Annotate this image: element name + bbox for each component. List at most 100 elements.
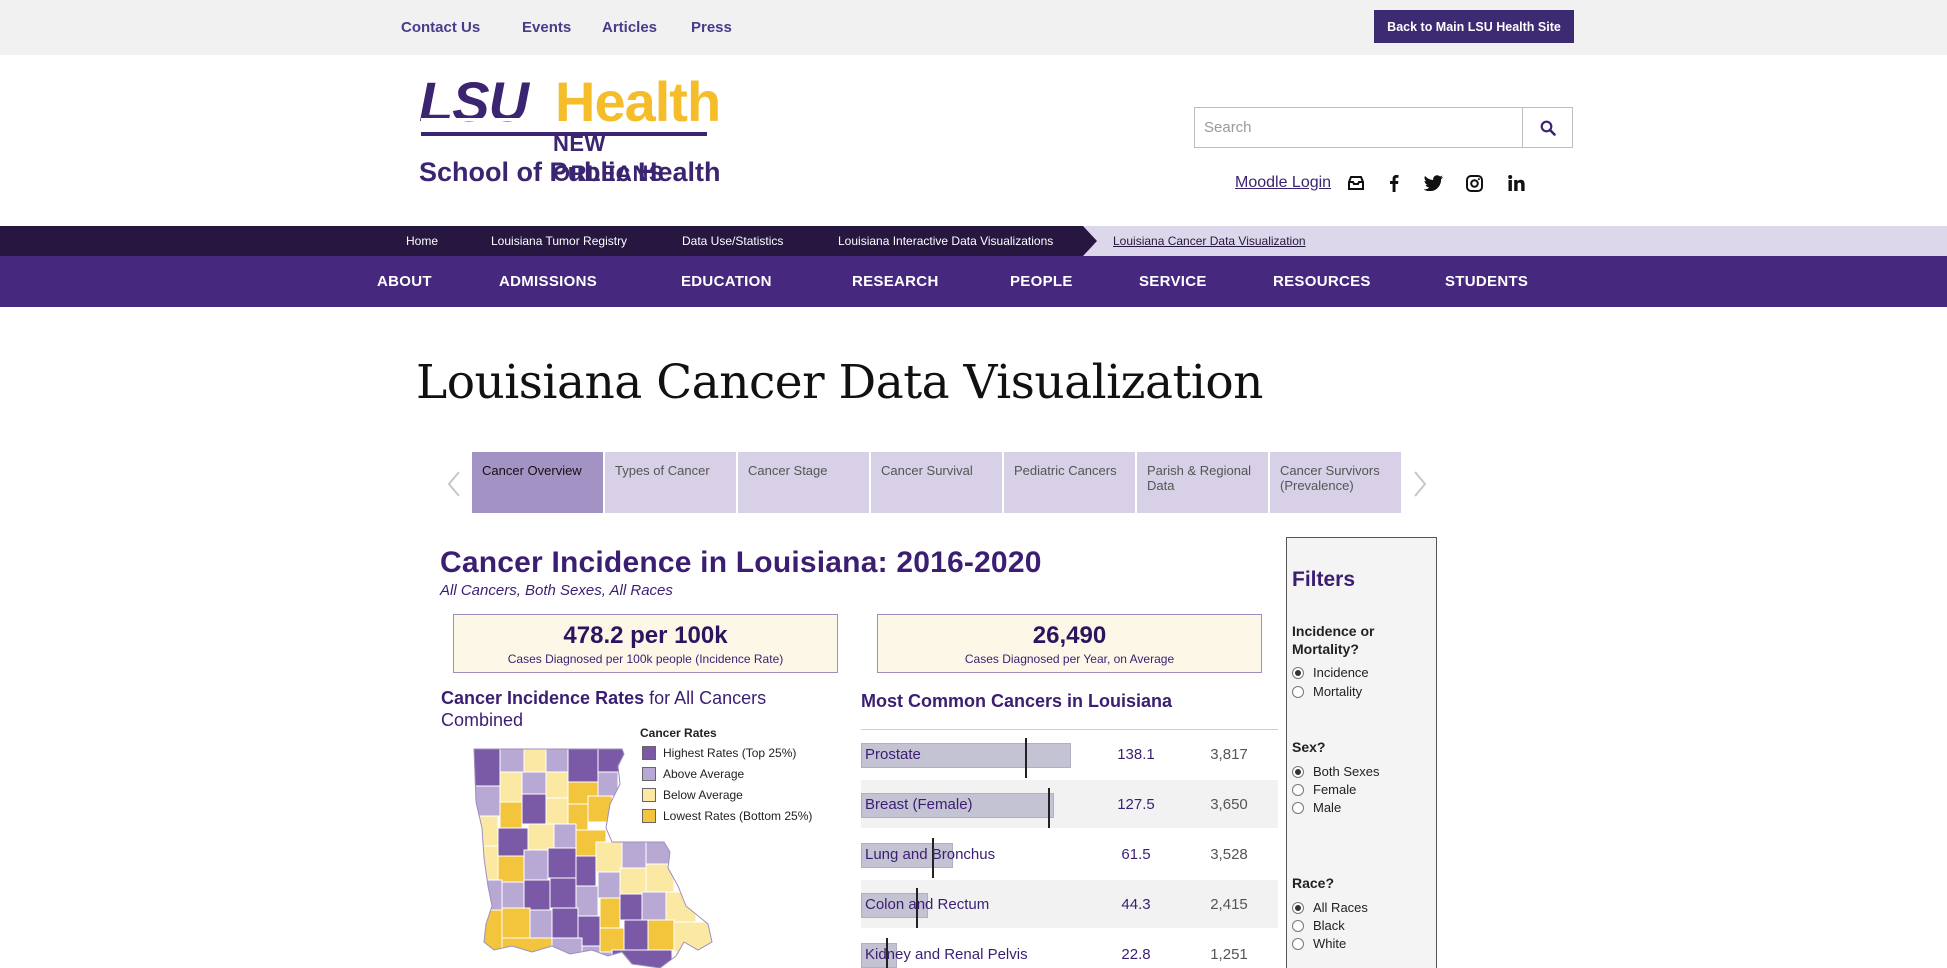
dashboard-subtitle: All Cancers, Both Sexes, All Races — [440, 582, 673, 599]
radio-label-mortality: Mortality — [1313, 684, 1363, 699]
main-nav: ABOUT ADMISSIONS EDUCATION RESEARCH PEOP… — [0, 256, 1947, 307]
filter-question-race: Race? — [1292, 875, 1335, 891]
common-cancer-row[interactable]: Lung and Bronchus 61.5 3,528 — [861, 830, 1278, 878]
radio-label-female: Female — [1313, 782, 1357, 797]
tabs-next-arrow-icon[interactable] — [1412, 470, 1428, 498]
radio-indicator — [1292, 919, 1304, 932]
tab-types-of-cancer[interactable]: Types of Cancer — [605, 452, 736, 513]
nav-service[interactable]: SERVICE — [1139, 273, 1207, 290]
search-input[interactable] — [1195, 108, 1523, 147]
breadcrumb-data-use[interactable]: Data Use/Statistics — [682, 234, 783, 248]
common-cancer-row[interactable]: Colon and Rectum 44.3 2,415 — [861, 880, 1278, 928]
stat-incidence-label: Cases Diagnosed per 100k people (Inciden… — [507, 652, 784, 666]
logo-health-text: Health — [555, 70, 721, 133]
nav-education[interactable]: EDUCATION — [681, 273, 772, 290]
search-button[interactable] — [1523, 108, 1572, 147]
dashboard-title: Cancer Incidence in Louisiana: 2016-2020 — [440, 546, 1042, 579]
common-cancer-rate: 61.5 — [1121, 846, 1151, 863]
common-cancer-bar-cell: Prostate — [861, 730, 1080, 778]
radio-label-black: Black — [1313, 918, 1345, 933]
common-cancer-comparison-tick — [1025, 738, 1027, 778]
breadcrumb-home[interactable]: Home — [406, 234, 438, 248]
nav-students[interactable]: STUDENTS — [1445, 273, 1528, 290]
breadcrumb: Home Louisiana Tumor Registry Data Use/S… — [0, 226, 1947, 256]
search-box — [1194, 107, 1573, 148]
nav-people[interactable]: PEOPLE — [1010, 273, 1073, 290]
radio-all-races[interactable]: All Races — [1292, 900, 1368, 915]
inbox-icon[interactable] — [1344, 172, 1368, 194]
radio-label-white: White — [1313, 936, 1347, 951]
common-cancer-rate: 22.8 — [1121, 946, 1151, 963]
nav-about[interactable]: ABOUT — [377, 273, 432, 290]
common-cancer-bar-cell: Breast (Female) — [861, 780, 1080, 828]
stat-cases-label: Cases Diagnosed per Year, on Average — [964, 652, 1175, 666]
breadcrumb-interactive-viz[interactable]: Louisiana Interactive Data Visualization… — [838, 234, 1053, 248]
radio-indicator — [1292, 685, 1304, 698]
lsu-health-logo[interactable]: LSU Health NEW ORLEANS School of Public … — [419, 70, 721, 189]
common-cancer-rate: 138.1 — [1117, 746, 1155, 763]
utility-bar: Contact Us Events Articles Press Back to… — [0, 0, 1947, 55]
radio-black[interactable]: Black — [1292, 918, 1345, 933]
common-cancer-bar-cell: Colon and Rectum — [861, 880, 1080, 928]
tab-cancer-survivors[interactable]: Cancer Survivors (Prevalence) — [1270, 452, 1401, 513]
tabs-prev-arrow-icon[interactable] — [446, 470, 462, 498]
facebook-icon[interactable] — [1382, 172, 1406, 194]
common-cancer-comparison-tick — [1048, 788, 1050, 828]
common-cancer-count: 3,528 — [1210, 846, 1248, 863]
radio-incidence[interactable]: Incidence — [1292, 665, 1369, 680]
articles-link[interactable]: Articles — [602, 19, 657, 36]
breadcrumb-arrow — [1083, 226, 1097, 256]
common-cancer-row[interactable]: Kidney and Renal Pelvis 22.8 1,251 — [861, 930, 1278, 968]
radio-label-incidence: Incidence — [1313, 665, 1369, 680]
tab-cancer-survival[interactable]: Cancer Survival — [871, 452, 1002, 513]
louisiana-parish-map[interactable] — [472, 746, 732, 968]
radio-indicator — [1292, 801, 1304, 814]
radio-male[interactable]: Male — [1292, 800, 1341, 815]
page-title: Louisiana Cancer Data Visualization — [416, 355, 1263, 410]
breadcrumb-tumor-registry[interactable]: Louisiana Tumor Registry — [491, 234, 627, 248]
common-cancer-count: 2,415 — [1210, 896, 1248, 913]
common-cancer-name: Kidney and Renal Pelvis — [865, 946, 1028, 963]
back-to-main-site-button[interactable]: Back to Main LSU Health Site — [1374, 10, 1574, 43]
logo-stripe — [421, 118, 555, 121]
tab-pediatric-cancers[interactable]: Pediatric Cancers — [1004, 452, 1135, 513]
common-cancer-count: 1,251 — [1210, 946, 1248, 963]
common-cancers-title: Most Common Cancers in Louisiana — [861, 691, 1173, 711]
tab-parish-regional[interactable]: Parish & Regional Data — [1137, 452, 1268, 513]
events-link[interactable]: Events — [522, 19, 571, 36]
logo-school-text: School of Public Health — [419, 157, 721, 187]
radio-mortality[interactable]: Mortality — [1292, 684, 1362, 699]
common-cancer-count: 3,650 — [1210, 796, 1248, 813]
logo-lsu-text: LSU — [419, 70, 529, 133]
radio-label-all-races: All Races — [1313, 900, 1368, 915]
nav-admissions[interactable]: ADMISSIONS — [499, 273, 597, 290]
radio-white[interactable]: White — [1292, 936, 1346, 951]
radio-indicator — [1292, 783, 1304, 796]
common-cancer-row[interactable]: Prostate 138.1 3,817 — [861, 730, 1278, 778]
stat-cases-value: 26,490 — [1032, 622, 1107, 649]
filter-question-incidence-mortality: Incidence or Mortality? — [1292, 623, 1375, 657]
common-cancer-name: Prostate — [865, 746, 921, 763]
moodle-login-link[interactable]: Moodle Login — [1235, 174, 1331, 192]
search-icon — [1540, 120, 1556, 136]
radio-both-sexes[interactable]: Both Sexes — [1292, 764, 1380, 779]
filter-question-sex: Sex? — [1292, 739, 1326, 755]
breadcrumb-current[interactable]: Louisiana Cancer Data Visualization — [1113, 234, 1306, 248]
radio-indicator — [1292, 937, 1304, 950]
stat-incidence-value: 478.2 per 100k — [563, 622, 728, 649]
filters-title: Filters — [1292, 568, 1356, 591]
linkedin-icon[interactable] — [1504, 172, 1528, 194]
radio-label-male: Male — [1313, 800, 1342, 815]
common-cancer-row[interactable]: Breast (Female) 127.5 3,650 — [861, 780, 1278, 828]
twitter-icon[interactable] — [1421, 172, 1445, 194]
instagram-icon[interactable] — [1462, 172, 1486, 194]
tab-cancer-overview[interactable]: Cancer Overview — [472, 452, 603, 513]
nav-research[interactable]: RESEARCH — [852, 273, 939, 290]
tab-cancer-stage[interactable]: Cancer Stage — [738, 452, 869, 513]
nav-resources[interactable]: RESOURCES — [1273, 273, 1371, 290]
common-cancer-name: Colon and Rectum — [865, 896, 990, 913]
radio-female[interactable]: Female — [1292, 782, 1356, 797]
stat-incidence-rate: 478.2 per 100k Cases Diagnosed per 100k … — [453, 614, 838, 673]
contact-us-link[interactable]: Contact Us — [401, 19, 480, 36]
press-link[interactable]: Press — [691, 19, 732, 36]
